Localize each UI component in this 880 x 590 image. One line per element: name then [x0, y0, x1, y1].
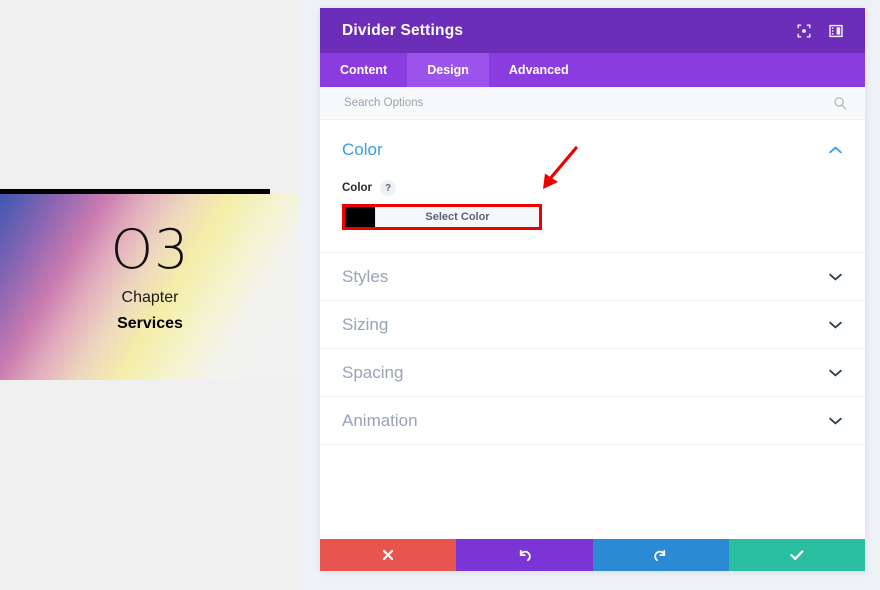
section-sizing-title: Sizing	[342, 314, 389, 334]
undo-icon	[519, 549, 531, 561]
section-color: Color Color ? Select Color	[320, 120, 865, 253]
modal-titlebar: Divider Settings	[320, 8, 865, 53]
modal-footer	[320, 539, 865, 571]
save-button[interactable]	[728, 539, 865, 571]
chevron-up-icon[interactable]	[827, 142, 843, 158]
cancel-button[interactable]	[320, 539, 457, 571]
modal-tab-bar: Content Design Advanced	[320, 53, 865, 87]
check-icon	[790, 550, 804, 560]
section-styles[interactable]: Styles	[320, 253, 865, 301]
chevron-down-icon[interactable]	[827, 365, 843, 381]
chevron-down-icon[interactable]	[827, 413, 843, 429]
section-sizing[interactable]: Sizing	[320, 301, 865, 349]
modal-body: Color Color ? Select Color Styles Sizing…	[320, 120, 865, 539]
gradient-background-image	[0, 194, 300, 380]
focus-icon[interactable]	[791, 18, 817, 44]
color-field-label: Color	[342, 182, 373, 194]
search-options-row	[320, 87, 865, 120]
tab-content[interactable]: Content	[320, 53, 407, 87]
search-input[interactable]	[342, 96, 831, 110]
section-spacing-title: Spacing	[342, 362, 404, 382]
section-spacing[interactable]: Spacing	[320, 349, 865, 397]
color-field-label-row: Color ?	[342, 180, 843, 196]
module-preview-canvas: O3 Chapter Services	[0, 0, 300, 590]
tab-design[interactable]: Design	[407, 53, 489, 87]
section-animation-title: Animation	[342, 410, 418, 430]
redo-button[interactable]	[592, 539, 729, 571]
section-color-header[interactable]: Color	[342, 140, 843, 160]
modal-title: Divider Settings	[342, 21, 464, 39]
redo-icon	[654, 549, 666, 561]
color-picker-highlight: Select Color	[342, 204, 542, 230]
section-color-title: Color	[342, 140, 383, 159]
color-swatch[interactable]	[345, 207, 375, 227]
close-icon	[383, 549, 394, 561]
chevron-down-icon[interactable]	[827, 317, 843, 333]
chevron-down-icon[interactable]	[827, 269, 843, 285]
divider-settings-modal: Divider Settings Content Design Advanced…	[320, 8, 865, 571]
tab-advanced[interactable]: Advanced	[489, 53, 589, 87]
select-color-button[interactable]: Select Color	[375, 207, 539, 227]
layout-icon[interactable]	[823, 18, 849, 44]
help-icon[interactable]: ?	[380, 180, 397, 196]
color-field: Color ? Select Color	[342, 180, 843, 230]
undo-button[interactable]	[456, 539, 593, 571]
section-animation[interactable]: Animation	[320, 397, 865, 445]
section-styles-title: Styles	[342, 266, 389, 286]
search-icon[interactable]	[831, 94, 849, 112]
